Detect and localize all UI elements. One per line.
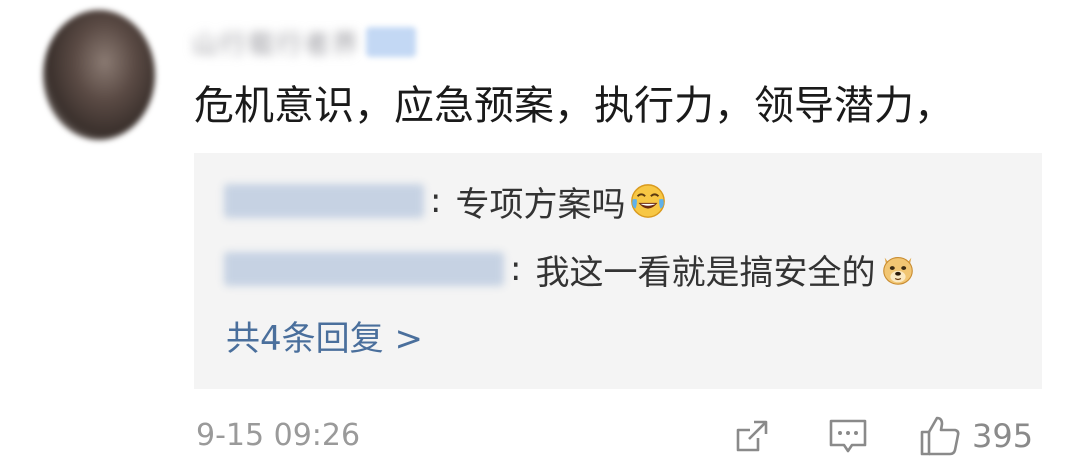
user-badge [366,27,417,57]
reply-separator: : [430,181,442,221]
username[interactable]: 山行载行者界 [192,24,360,61]
reply-author[interactable] [224,184,424,218]
like-button[interactable]: 395 [918,414,1033,458]
reply-item[interactable]: : 专项方案吗 [224,176,667,226]
share-icon [736,420,768,452]
view-all-replies-link[interactable]: 共4条回复 > [226,314,423,364]
comment-card: 山行载行者界 危机意识，应急预案，执行力，领导潜力， : 专项方案吗 : 我这一… [0,0,1080,476]
comment-body: 危机意识，应急预案，执行力，领导潜力， [194,83,954,129]
doge-emoji [883,257,914,285]
reply-author[interactable] [224,252,504,286]
thumbs-up-icon [920,416,960,456]
reply-text: 我这一看就是搞安全的 [535,252,876,293]
comment-timestamp: 9-15 09:26 [196,418,361,453]
reply-item[interactable]: : 我这一看就是搞安全的 [224,244,917,294]
comment-icon [829,419,867,453]
tears-of-joy-emoji [631,184,666,218]
reply-text: 专项方案吗 [455,184,626,225]
avatar[interactable] [43,10,155,140]
reply-button[interactable] [826,414,870,458]
share-button[interactable] [732,414,772,458]
comment-author[interactable]: 山行载行者界 [192,22,417,62]
like-count: 395 [972,417,1034,455]
reply-separator: : [510,249,522,289]
